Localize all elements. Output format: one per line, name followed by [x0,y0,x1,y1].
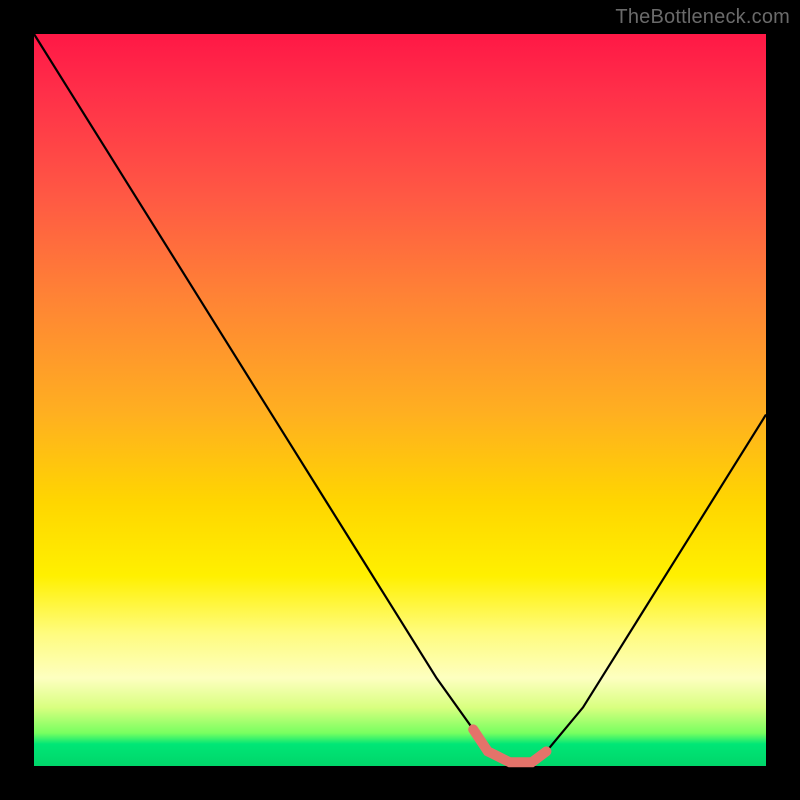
curve-min-highlight [473,729,546,762]
plot-area [34,34,766,766]
bottleneck-curve [34,34,766,766]
curve-line [34,34,766,762]
chart-frame: TheBottleneck.com [0,0,800,800]
watermark-text: TheBottleneck.com [615,6,790,29]
